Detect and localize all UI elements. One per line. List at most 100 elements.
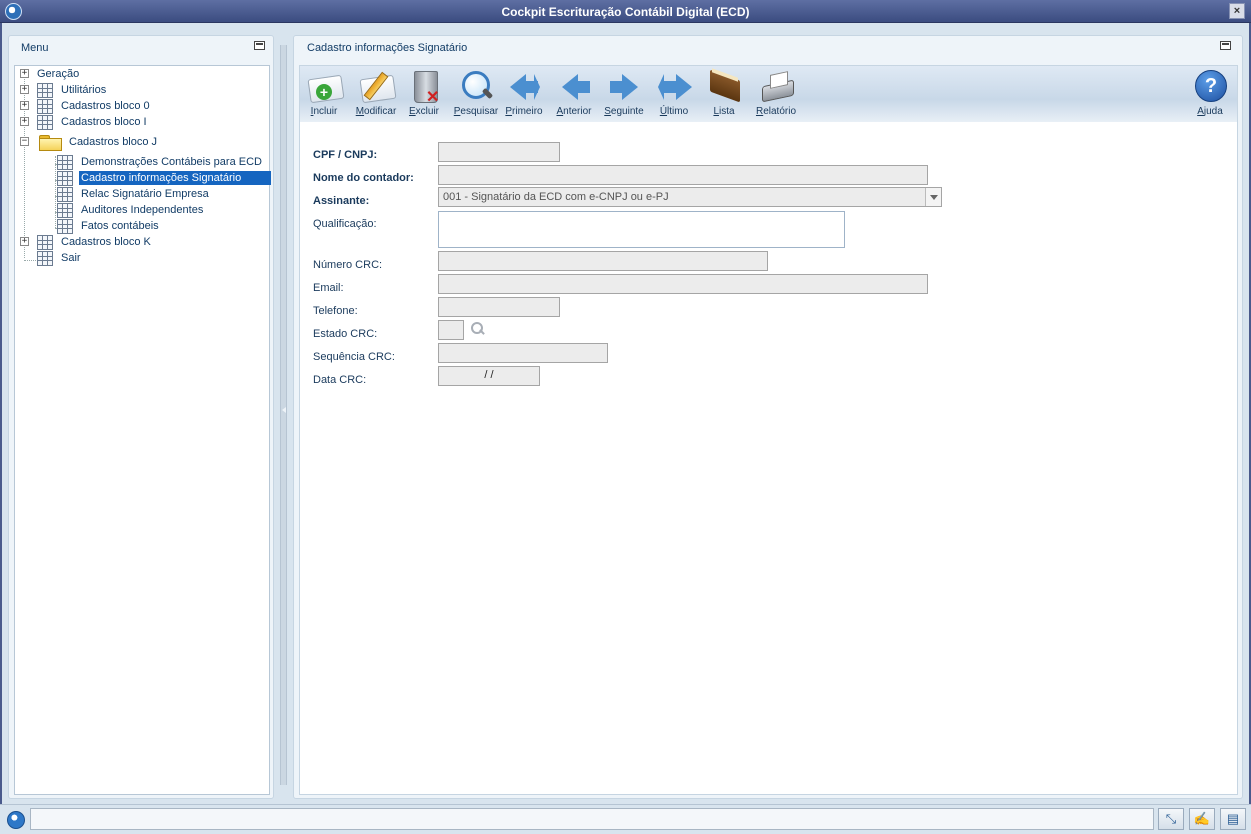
menu-item-auditores[interactable]: Auditores Independentes: [57, 202, 205, 218]
relatorio-label: Relatório: [755, 106, 797, 117]
first-record-icon: [506, 69, 542, 105]
table-icon: [57, 218, 73, 234]
table-icon: [37, 82, 53, 98]
chat-bubble-icon: ▤: [1226, 811, 1240, 826]
diagonal-arrow-icon: ⤡: [1165, 811, 1177, 826]
lista-button[interactable]: Lista: [700, 69, 748, 119]
minimize-menu-button[interactable]: [254, 41, 265, 50]
data-crc-label: Data CRC:: [313, 374, 367, 386]
menu-item-relac-signatario[interactable]: Relac Signatário Empresa: [57, 186, 211, 202]
seguinte-button[interactable]: Seguinte: [600, 69, 648, 119]
table-icon: [37, 234, 53, 250]
table-icon: [37, 98, 53, 114]
qualificacao-field[interactable]: [438, 211, 845, 248]
menu-item-label: Cadastros bloco 0: [61, 100, 150, 112]
menu-item-label: Demonstrações Contábeis para ECD: [81, 156, 262, 168]
collapse-blocoJ-toggle[interactable]: −: [20, 137, 29, 146]
anterior-button[interactable]: Anterior: [550, 69, 598, 119]
table-icon: [37, 250, 53, 266]
data-crc-field[interactable]: / /: [438, 366, 540, 386]
magnifier-icon: [458, 69, 494, 105]
messages-button[interactable]: ▤: [1220, 808, 1246, 830]
last-record-icon: [656, 69, 692, 105]
chevron-down-icon[interactable]: [925, 188, 941, 206]
table-icon: [57, 170, 73, 186]
menu-item-geracao[interactable]: Geração: [35, 66, 81, 82]
ajuda-button[interactable]: Ajuda: [1186, 69, 1234, 119]
sequencia-crc-field[interactable]: [438, 343, 608, 363]
seguinte-label: Seguinte: [604, 106, 644, 117]
help-icon: [1192, 69, 1228, 105]
lookup-search-icon[interactable]: [471, 322, 485, 336]
ajuda-label: Ajuda: [1197, 106, 1223, 117]
menu-panel: Menu + Geração + Utilitários + Cadastros…: [8, 35, 274, 799]
relatorio-button[interactable]: Relatório: [750, 69, 802, 119]
assinante-selected-value: 001 - Signatário da ECD com e-CNPJ ou e-…: [443, 191, 669, 203]
numero-crc-field[interactable]: [438, 251, 768, 271]
menu-title: Menu: [21, 42, 49, 54]
menu-item-sair[interactable]: Sair: [37, 250, 83, 266]
sign-document-button[interactable]: ✍: [1189, 808, 1215, 830]
estado-crc-field[interactable]: [438, 320, 464, 340]
menu-item-demonstracoes-contabeis[interactable]: Demonstrações Contábeis para ECD: [57, 154, 264, 170]
menu-item-utilitarios[interactable]: Utilitários: [37, 82, 108, 98]
toolbar: Incluir Modificar Excluir Pesquisar Prim…: [300, 66, 1237, 122]
resize-arrow-button[interactable]: ⤡: [1158, 808, 1184, 830]
pesquisar-label: Pesquisar: [453, 106, 499, 117]
menu-item-cadastro-signatario[interactable]: Cadastro informações Signatário: [57, 170, 272, 186]
menu-item-label: Relac Signatário Empresa: [81, 188, 209, 200]
menu-item-cadastros-bloco-0[interactable]: Cadastros bloco 0: [37, 98, 152, 114]
status-message-field: [30, 808, 1154, 830]
expand-utilitarios-toggle[interactable]: +: [20, 85, 29, 94]
email-field[interactable]: [438, 274, 928, 294]
status-bar: ⤡ ✍ ▤: [0, 804, 1251, 834]
menu-panel-header: Menu: [9, 36, 273, 58]
telefone-field[interactable]: [438, 297, 560, 317]
menu-item-cadastros-bloco-i[interactable]: Cadastros bloco I: [37, 114, 149, 130]
excluir-label: Excluir: [408, 106, 439, 117]
expand-blocoK-toggle[interactable]: +: [20, 237, 29, 246]
primeiro-label: Primeiro: [505, 106, 543, 117]
book-list-icon: [706, 69, 742, 105]
nome-contador-label: Nome do contador:: [313, 172, 414, 184]
open-folder-icon: [39, 135, 62, 151]
collapse-arrow-icon[interactable]: [282, 407, 286, 413]
email-label: Email:: [313, 282, 344, 294]
close-window-button[interactable]: ×: [1229, 3, 1245, 19]
menu-item-label: Cadastros bloco J: [69, 136, 158, 148]
modificar-button[interactable]: Modificar: [350, 69, 402, 119]
pesquisar-button[interactable]: Pesquisar: [450, 69, 502, 119]
menu-item-cadastros-bloco-j[interactable]: Cadastros bloco J: [39, 133, 159, 151]
trash-icon: [406, 69, 442, 107]
ultimo-label: Último: [659, 106, 689, 117]
panel-splitter[interactable]: [280, 45, 287, 785]
menu-item-cadastros-bloco-k[interactable]: Cadastros bloco K: [37, 234, 153, 250]
expand-geracao-toggle[interactable]: +: [20, 69, 29, 78]
content-panel: Cadastro informações Signatário Incluir …: [293, 35, 1243, 799]
excluir-button[interactable]: Excluir: [400, 69, 448, 119]
anterior-label: Anterior: [556, 106, 592, 117]
cpf-cnpj-field[interactable]: [438, 142, 560, 162]
menu-item-label: Fatos contábeis: [81, 220, 159, 232]
qualificacao-label: Qualificação:: [313, 218, 377, 230]
assinante-label: Assinante:: [313, 195, 370, 207]
menu-item-label: Utilitários: [61, 84, 107, 96]
primeiro-button[interactable]: Primeiro: [500, 69, 548, 119]
telefone-label: Telefone:: [313, 305, 358, 317]
menu-item-label: Cadastro informações Signatário: [79, 171, 272, 185]
menu-item-fatos-contabeis[interactable]: Fatos contábeis: [57, 218, 161, 234]
globe-icon[interactable]: [7, 811, 25, 829]
previous-record-icon: [556, 69, 592, 105]
minimize-content-button[interactable]: [1220, 41, 1231, 50]
content-panel-header: Cadastro informações Signatário: [294, 36, 1242, 58]
cpf-cnpj-label: CPF / CNPJ:: [313, 149, 378, 161]
ultimo-button[interactable]: Último: [650, 69, 698, 119]
nome-contador-field[interactable]: [438, 165, 928, 185]
expand-bloco0-toggle[interactable]: +: [20, 101, 29, 110]
assinante-select[interactable]: 001 - Signatário da ECD com e-CNPJ ou e-…: [438, 187, 942, 207]
numero-crc-label: Número CRC:: [313, 259, 383, 271]
expand-blocoI-toggle[interactable]: +: [20, 117, 29, 126]
incluir-button[interactable]: Incluir: [300, 69, 348, 119]
menu-item-label: Geração: [37, 68, 80, 80]
menu-item-label: Cadastros bloco I: [61, 116, 147, 128]
